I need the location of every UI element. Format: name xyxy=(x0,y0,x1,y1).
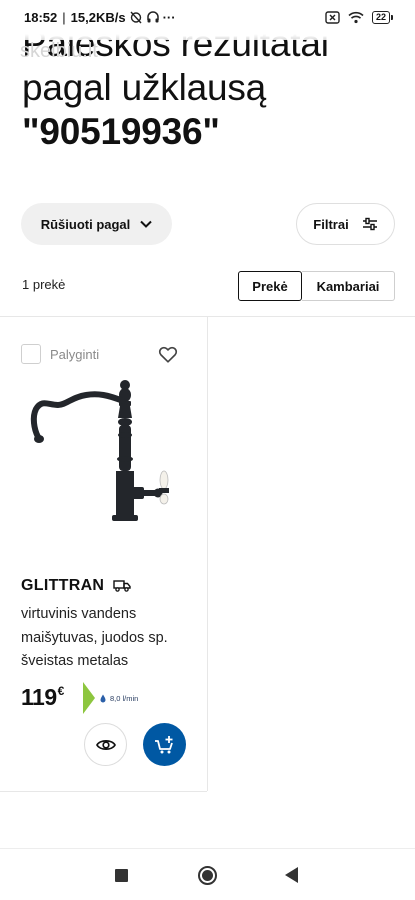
alarm-off-icon xyxy=(130,11,142,24)
product-name-row: GLITTRAN xyxy=(21,577,131,595)
home-icon-inner xyxy=(202,870,213,881)
system-nav-bar xyxy=(0,848,415,900)
status-right: 22 xyxy=(325,10,393,24)
sort-button[interactable]: Rūšiuoti pagal xyxy=(21,203,172,245)
grid-divider-vertical xyxy=(207,316,208,791)
add-to-cart-button[interactable] xyxy=(143,723,186,766)
watermark: skelbiu.lt xyxy=(20,40,98,63)
status-bar: 18:52 | 15,2KB/s ··· 22 xyxy=(0,0,415,34)
compare-checkbox[interactable]: Palyginti xyxy=(21,344,99,364)
product-image[interactable] xyxy=(28,375,178,535)
product-price: 119€ xyxy=(21,684,64,711)
cart-plus-icon xyxy=(154,735,173,753)
tab-rooms[interactable]: Kambariai xyxy=(302,271,395,301)
back-icon[interactable] xyxy=(285,867,298,883)
product-name[interactable]: GLITTRAN xyxy=(21,577,104,595)
water-drop-icon xyxy=(100,694,106,702)
view-toggle: Prekė Kambariai xyxy=(238,271,395,301)
recents-icon[interactable] xyxy=(115,869,128,882)
search-query: "90519936" xyxy=(22,111,220,152)
price-currency: € xyxy=(57,684,65,698)
eye-icon xyxy=(95,739,116,750)
status-separator: | xyxy=(62,9,66,25)
product-description: virtuvinis vandens maišytuvas, juodos sp… xyxy=(21,606,168,669)
home-icon[interactable] xyxy=(198,866,217,885)
heart-icon[interactable] xyxy=(157,343,179,365)
compare-label: Palyginti xyxy=(50,346,100,362)
filter-button[interactable]: Filtrai xyxy=(296,203,395,245)
wifi-icon xyxy=(348,11,364,23)
tab-products[interactable]: Prekė xyxy=(238,271,302,301)
truck-icon xyxy=(113,580,131,592)
checkbox-box[interactable] xyxy=(21,344,41,364)
battery-tip xyxy=(391,14,393,20)
sort-label: Rūšiuoti pagal xyxy=(40,216,131,232)
status-more: ··· xyxy=(162,9,176,25)
flow-rate: 8,0 l/min xyxy=(110,693,139,703)
quick-view-button[interactable] xyxy=(84,723,127,766)
grid-divider-bottom xyxy=(0,791,207,792)
eco-arrow-icon xyxy=(83,682,95,714)
battery-level: 22 xyxy=(371,10,390,24)
status-time: 18:52 xyxy=(24,9,58,25)
chevron-down-icon xyxy=(140,220,152,228)
title-line-2: pagal užklausą xyxy=(22,67,267,108)
status-speed: 15,2KB/s xyxy=(70,9,126,25)
sliders-icon xyxy=(362,217,377,231)
headphones-icon xyxy=(146,11,159,23)
sim-off-icon xyxy=(325,10,340,24)
result-count: 1 prekė xyxy=(22,277,66,292)
status-left: 18:52 | 15,2KB/s ··· xyxy=(24,10,176,25)
watermark-text: skelbiu.lt xyxy=(20,40,98,62)
water-flow-badge: 8,0 l/min xyxy=(82,681,138,715)
battery-icon: 22 xyxy=(371,10,393,24)
filter-label: Filtrai xyxy=(313,216,349,232)
price-value: 119 xyxy=(21,684,57,710)
